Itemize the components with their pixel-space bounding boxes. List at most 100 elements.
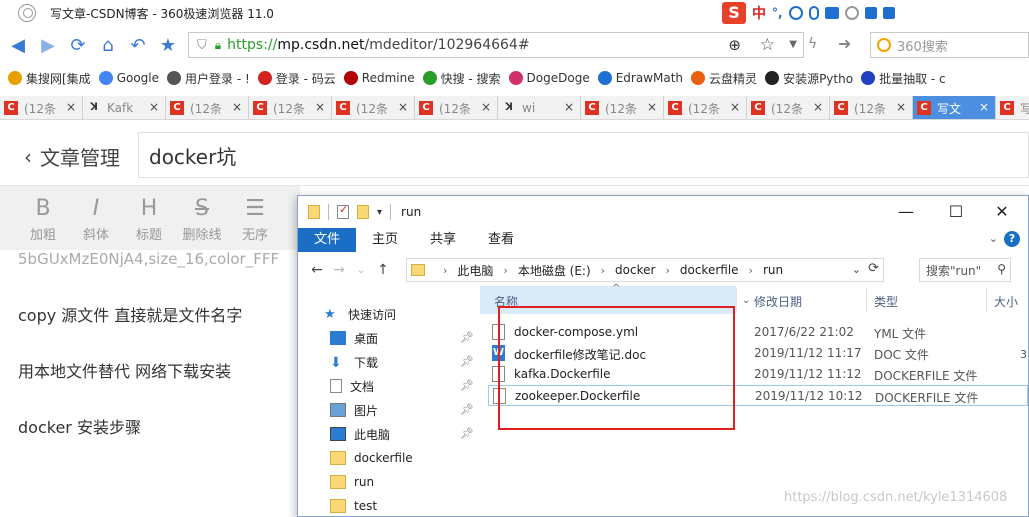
file-row[interactable]: docker-compose.yml 2017/6/22 21:02 YML 文件	[488, 322, 1028, 343]
breadcrumb-segment[interactable]: 此电脑	[457, 262, 493, 279]
browser-tab[interactable]: C (12条 ×	[0, 96, 83, 119]
punctuation-icon[interactable]: °,	[772, 6, 783, 20]
breadcrumb-segment[interactable]: dockerfile	[680, 263, 739, 277]
explorer-search-input[interactable]: 搜索"run" ⚲	[919, 258, 1011, 282]
toolbar-button-2[interactable]: H 标题	[126, 194, 172, 243]
browser-tab[interactable]: C (12条 ×	[581, 96, 664, 119]
browser-tab[interactable]: C (12条 ×	[166, 96, 249, 119]
tab-close-icon[interactable]: ×	[896, 100, 906, 114]
speed-mode-icon[interactable]: ϟ	[808, 36, 817, 52]
home-icon[interactable]: ⌂	[96, 33, 120, 57]
chevron-right-icon[interactable]: ›	[443, 264, 447, 277]
column-header-size[interactable]: 大小	[994, 293, 1018, 310]
user-avatar-icon[interactable]	[18, 4, 36, 22]
bookmark-item[interactable]: 云盘精灵	[691, 70, 757, 87]
back-icon[interactable]: ◀	[6, 33, 30, 57]
bookmark-item[interactable]: Google	[98, 71, 159, 85]
bookmark-item[interactable]: 登录 - 码云	[257, 70, 336, 87]
user-icon[interactable]	[844, 6, 859, 20]
tab-close-icon[interactable]: ×	[813, 100, 823, 114]
keyboard-icon[interactable]	[824, 7, 839, 19]
toolbar-button-0[interactable]: B 加粗	[20, 194, 66, 243]
ime-toolbar[interactable]: S 中 °,	[722, 2, 930, 24]
ribbon-tab[interactable]: 查看	[472, 228, 530, 252]
bookmark-item[interactable]: Redmine	[343, 71, 415, 85]
tab-close-icon[interactable]: ×	[149, 100, 159, 114]
tab-close-icon[interactable]: ×	[232, 100, 242, 114]
bookmark-item[interactable]: EdrawMath	[597, 71, 683, 85]
toolbox-icon[interactable]	[882, 7, 895, 19]
chevron-right-icon[interactable]: ›	[601, 264, 605, 277]
column-header-type[interactable]: 类型	[874, 293, 898, 310]
ribbon-tab[interactable]: 主页	[356, 228, 414, 252]
toolbar-button-4[interactable]: ☰ 无序	[232, 194, 278, 243]
chevron-down-icon[interactable]: ⌄	[742, 295, 750, 306]
ribbon-tab[interactable]: 共享	[414, 228, 472, 252]
bookmark-item[interactable]: 安装源Pytho	[765, 70, 853, 87]
chevron-down-icon[interactable]: ▼	[789, 39, 797, 50]
toolbar-button-3[interactable]: S 删除线	[179, 194, 225, 243]
maximize-icon[interactable]: ☐	[946, 202, 966, 222]
bookmark-item[interactable]: 批量抽取 - c	[861, 70, 946, 87]
refresh-icon[interactable]: ⟳	[868, 261, 879, 276]
recent-locations-icon[interactable]: ⌄	[350, 265, 372, 276]
tab-close-icon[interactable]: ×	[398, 100, 408, 114]
customize-toolbar-icon[interactable]: ▾	[377, 207, 382, 218]
tab-close-icon[interactable]: ×	[481, 100, 491, 114]
close-icon[interactable]: ✕	[992, 202, 1012, 222]
browser-tab[interactable]: C (12条 ×	[830, 96, 913, 119]
bookmark-item[interactable]: 快搜 - 搜索	[422, 70, 501, 87]
column-divider[interactable]	[736, 288, 737, 312]
pin-icon[interactable]: 📌︎	[460, 427, 474, 440]
article-title-input[interactable]: docker坑	[138, 132, 1029, 178]
file-row[interactable]: Wdockerfile修改笔记.doc 2019/11/12 11:17 DOC 文…	[488, 343, 1028, 364]
back-arrow-icon[interactable]: ←	[306, 262, 328, 278]
column-divider[interactable]	[866, 288, 867, 312]
chevron-right-icon[interactable]: ›	[665, 264, 669, 277]
breadcrumb-segment[interactable]: 本地磁盘 (E:)	[518, 262, 591, 279]
browser-tab[interactable]: ꓘ Kafk ×	[83, 96, 166, 119]
tab-close-icon[interactable]: ×	[730, 100, 740, 114]
pin-icon[interactable]: 📌︎	[460, 379, 474, 392]
browser-tab[interactable]: ꓘ wi ×	[498, 96, 581, 119]
nav-item[interactable]: 文档 📌︎	[298, 374, 478, 398]
emoji-icon[interactable]	[788, 6, 803, 20]
pin-icon[interactable]: 📌︎	[460, 331, 474, 344]
new-folder-icon[interactable]	[357, 205, 369, 219]
sogou-ime-icon[interactable]: S	[722, 2, 746, 24]
bookmark-item[interactable]: 用户登录 - !	[167, 70, 250, 87]
column-header-name[interactable]: 名称	[494, 293, 518, 310]
search-box[interactable]: 360搜索	[870, 32, 1029, 58]
pin-icon[interactable]: 📌︎	[460, 403, 474, 416]
breadcrumb-segment[interactable]: run	[763, 263, 783, 277]
editor-content[interactable]: 5bGUxMzE0NjA4,size_16,color_FFF copy 源文件…	[0, 250, 300, 517]
file-row[interactable]: kafka.Dockerfile 2019/11/12 11:12 DOCKERFI…	[488, 364, 1028, 385]
browser-tab[interactable]: C (12条 ×	[332, 96, 415, 119]
breadcrumb-segment[interactable]: docker	[615, 263, 655, 277]
address-bar[interactable]: ⛉ 🔒︎ https:// mp.csdn.net /mdeditor/1029…	[188, 32, 804, 58]
tab-close-icon[interactable]: ×	[979, 100, 989, 114]
refresh-icon[interactable]: ⟳	[66, 33, 90, 57]
tab-close-icon[interactable]: ×	[315, 100, 325, 114]
browser-tab[interactable]: C写	[996, 96, 1029, 119]
bookmark-item[interactable]: 集搜网[集成	[8, 70, 91, 87]
breadcrumb[interactable]: › 此电脑 › 本地磁盘 (E:) › docker › dockerfile › run ⌄ ⟳	[406, 258, 884, 282]
bookmark-item[interactable]: DogeDoge	[508, 71, 590, 85]
browser-tab[interactable]: C (12条 ×	[415, 96, 498, 119]
favorites-star-icon[interactable]: ★	[156, 33, 180, 57]
chevron-down-icon[interactable]: ⌄	[989, 232, 998, 245]
browser-tab[interactable]: C (12条 ×	[664, 96, 747, 119]
properties-icon[interactable]	[337, 203, 349, 219]
ime-language-indicator[interactable]: 中	[752, 3, 766, 23]
tab-close-icon[interactable]: ×	[564, 100, 574, 114]
nav-item[interactable]: 图片 📌︎	[298, 398, 478, 422]
bookmark-star-icon[interactable]: ☆	[760, 35, 775, 55]
forward-arrow-icon[interactable]: →	[328, 262, 350, 278]
browser-tab[interactable]: C (12条 ×	[747, 96, 830, 119]
chevron-down-icon[interactable]: ⌄	[852, 263, 861, 276]
nav-item[interactable]: run	[298, 470, 478, 494]
undo-close-icon[interactable]: ↶	[126, 33, 150, 57]
nav-item[interactable]: ⬇ 下载 📌︎	[298, 350, 478, 374]
column-divider[interactable]	[986, 288, 987, 312]
toolbar-button-1[interactable]: I 斜体	[73, 194, 119, 243]
